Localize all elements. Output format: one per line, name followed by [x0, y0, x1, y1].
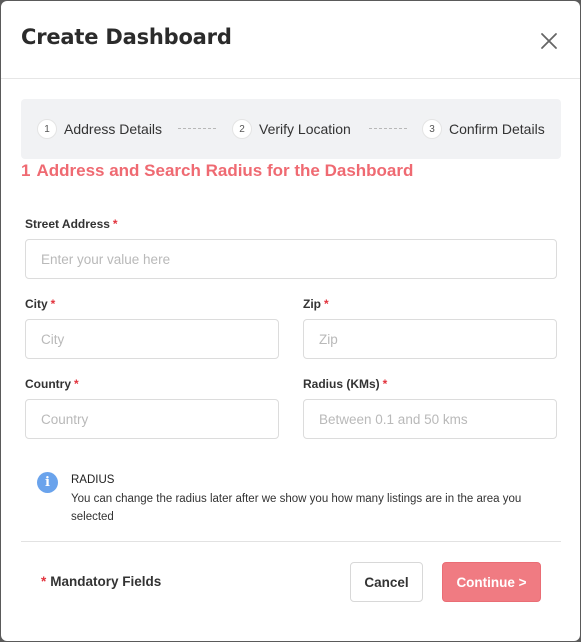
radius-info-box: i RADIUS You can change the radius later… — [37, 470, 557, 530]
mandatory-text: Mandatory Fields — [50, 574, 162, 589]
street-address-label-text: Street Address — [25, 217, 110, 231]
city-label-text: City — [25, 297, 48, 311]
section-number: 1 — [21, 161, 31, 180]
modal-header: Create Dashboard — [1, 1, 580, 79]
street-address-input[interactable] — [25, 239, 557, 279]
cancel-button[interactable]: Cancel — [350, 562, 423, 602]
step-address-details[interactable]: 1 Address Details — [37, 99, 162, 159]
required-marker: * — [41, 574, 47, 589]
step-connector — [178, 128, 216, 129]
step-number: 1 — [37, 119, 57, 139]
country-input[interactable] — [25, 399, 279, 439]
section-title-text: Address and Search Radius for the Dashbo… — [36, 161, 414, 180]
continue-button[interactable]: Continue > — [442, 562, 541, 602]
info-icon: i — [37, 472, 58, 493]
step-label: Verify Location — [259, 121, 351, 137]
zip-label-text: Zip — [303, 297, 321, 311]
close-icon — [541, 33, 557, 49]
step-label: Confirm Details — [449, 121, 545, 137]
create-dashboard-modal: Create Dashboard 1 Address Details 2 Ver… — [1, 1, 580, 641]
step-verify-location[interactable]: 2 Verify Location — [232, 99, 351, 159]
city-input[interactable] — [25, 319, 279, 359]
step-label: Address Details — [64, 121, 163, 137]
footer-divider — [21, 541, 561, 542]
modal-title: Create Dashboard — [21, 25, 232, 49]
step-number: 2 — [232, 119, 252, 139]
street-address-label: Street Address * — [25, 217, 118, 231]
required-marker: * — [50, 297, 56, 311]
step-confirm-details[interactable]: 3 Confirm Details — [422, 99, 545, 159]
country-label-text: Country — [25, 377, 71, 391]
close-button[interactable] — [537, 29, 561, 53]
radius-label-text: Radius (KMs) — [303, 377, 380, 391]
step-number: 3 — [422, 119, 442, 139]
required-marker: * — [112, 217, 118, 231]
required-marker: * — [74, 377, 79, 391]
info-title: RADIUS — [71, 474, 115, 486]
country-label: Country * — [25, 377, 79, 391]
city-label: City * — [25, 297, 55, 311]
required-marker: * — [382, 377, 388, 391]
stepper: 1 Address Details 2 Verify Location 3 Co… — [21, 99, 561, 159]
required-marker: * — [324, 297, 329, 311]
zip-input[interactable] — [303, 319, 557, 359]
radius-label: Radius (KMs) * — [303, 377, 387, 391]
section-title: 1 Address and Search Radius for the Dashb… — [21, 161, 413, 181]
mandatory-fields-note: * Mandatory Fields — [41, 574, 161, 589]
radius-input[interactable] — [303, 399, 557, 439]
zip-label: Zip * — [303, 297, 329, 311]
step-connector — [369, 128, 407, 129]
info-text: You can change the radius later after we… — [71, 493, 522, 523]
